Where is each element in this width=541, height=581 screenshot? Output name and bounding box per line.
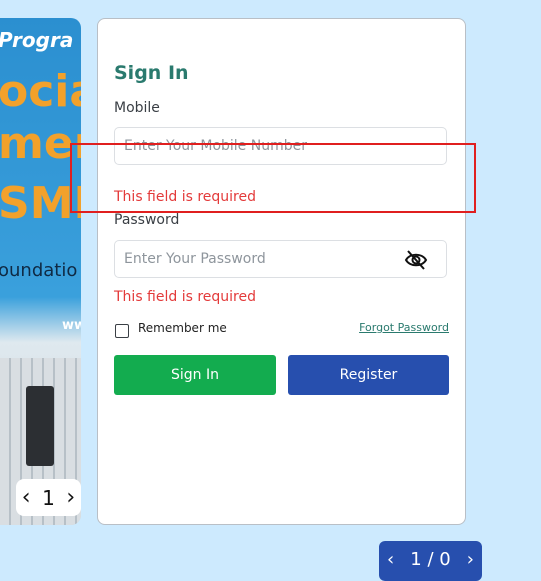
monitor-graphic [26, 386, 54, 466]
mobile-label: Mobile [114, 100, 160, 116]
pager-next-button[interactable]: › [467, 549, 474, 570]
banner-text-4: SME [0, 178, 81, 229]
banner-text-3: mer [0, 118, 81, 169]
banner-text-5: oundatio [0, 260, 78, 281]
carousel-prev-button[interactable]: ‹ [22, 485, 31, 510]
password-placeholder: Enter Your Password [124, 251, 266, 267]
page-title: Sign In [114, 62, 189, 84]
highlight-box [70, 143, 476, 213]
password-error-message: This field is required [114, 289, 257, 305]
banner-text-6: ww [62, 318, 81, 333]
pager-prev-button[interactable]: ‹ [387, 549, 394, 570]
sign-in-button[interactable]: Sign In [114, 355, 276, 395]
pager: ‹ 1 / 0 › [379, 541, 482, 581]
promo-banner-image: Progra ocia mer SME oundatio ww [0, 18, 81, 525]
remember-me-label[interactable]: Remember me [138, 321, 227, 335]
password-label: Password [114, 212, 180, 228]
password-input[interactable]: Enter Your Password [114, 240, 447, 278]
sign-in-card: Sign In Mobile Enter Your Mobile Number … [97, 18, 466, 525]
carousel-next-button[interactable]: › [66, 485, 75, 510]
banner-text-1: Progra [0, 28, 74, 52]
pager-text: 1 / 0 [410, 549, 451, 570]
remember-me-checkbox[interactable] [115, 324, 129, 338]
banner-text-2: ocia [0, 66, 81, 117]
register-button[interactable]: Register [288, 355, 449, 395]
eye-off-icon[interactable] [404, 249, 428, 271]
carousel-nav: ‹ 1 › [16, 479, 81, 516]
forgot-password-link[interactable]: Forgot Password [359, 321, 449, 334]
carousel-page-number: 1 [42, 485, 55, 510]
